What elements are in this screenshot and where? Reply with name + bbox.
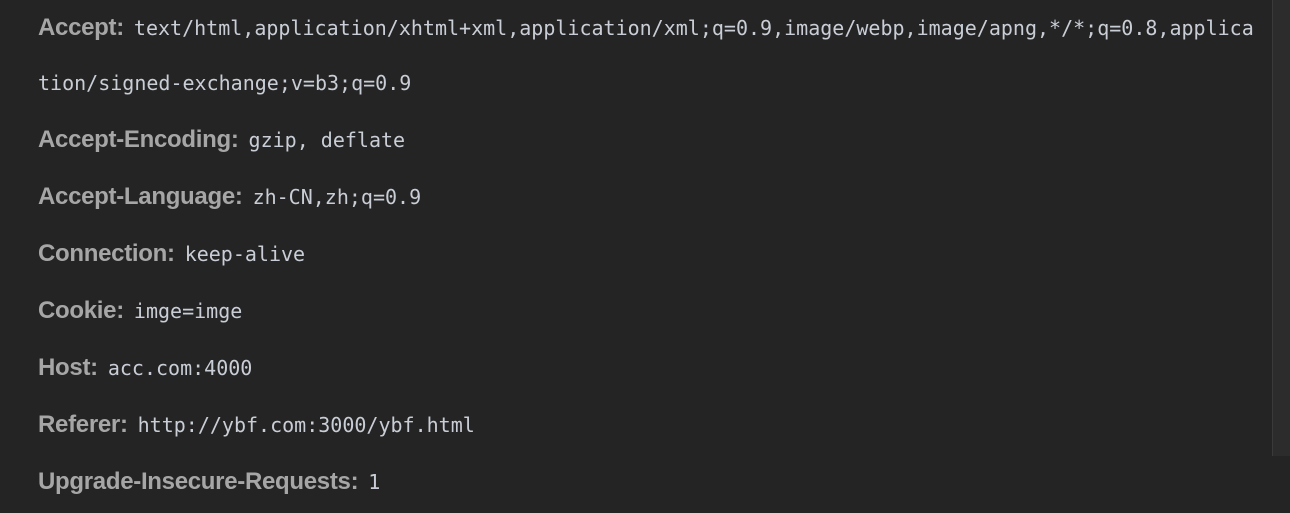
header-key: Connection: — [38, 240, 175, 267]
header-key: Upgrade-Insecure-Requests: — [38, 468, 359, 495]
header-value: http://ybf.com:3000/ybf.html — [137, 413, 475, 437]
header-value: acc.com:4000 — [107, 356, 253, 380]
header-key: Referer: — [38, 411, 128, 438]
header-key: Host: — [38, 354, 98, 381]
request-headers-panel: Accept: text/html,application/xhtml+xml,a… — [0, 0, 1272, 495]
header-row-referer: Referer: http://ybf.com:3000/ybf.html — [38, 399, 1264, 454]
header-row-accept-language: Accept-Language: zh-CN,zh;q=0.9 — [38, 171, 1264, 226]
header-value: 1 — [368, 470, 381, 494]
header-row-cookie: Cookie: imge=imge — [38, 285, 1264, 340]
header-value: text/html,application/xhtml+xml,applicat… — [38, 16, 1254, 95]
header-row-upgrade-insecure-requests: Upgrade-Insecure-Requests: 1 — [38, 456, 1264, 511]
header-key: Accept-Encoding: — [38, 126, 239, 153]
header-row-host: Host: acc.com:4000 — [38, 342, 1264, 397]
header-list: Accept: text/html,application/xhtml+xml,a… — [38, 2, 1264, 513]
header-row-connection: Connection: keep-alive — [38, 228, 1264, 283]
header-row-accept-encoding: Accept-Encoding: gzip, deflate — [38, 114, 1264, 169]
header-value: imge=imge — [133, 299, 243, 323]
header-value: keep-alive — [184, 242, 306, 266]
scrollbar[interactable] — [1272, 0, 1290, 456]
header-row-accept: Accept: text/html,application/xhtml+xml,a… — [38, 2, 1264, 112]
header-key: Accept-Language: — [38, 183, 243, 210]
header-key: Cookie: — [38, 297, 124, 324]
header-value: zh-CN,zh;q=0.9 — [252, 185, 422, 209]
header-value: gzip, deflate — [248, 128, 406, 152]
header-key: Accept: — [38, 14, 124, 41]
